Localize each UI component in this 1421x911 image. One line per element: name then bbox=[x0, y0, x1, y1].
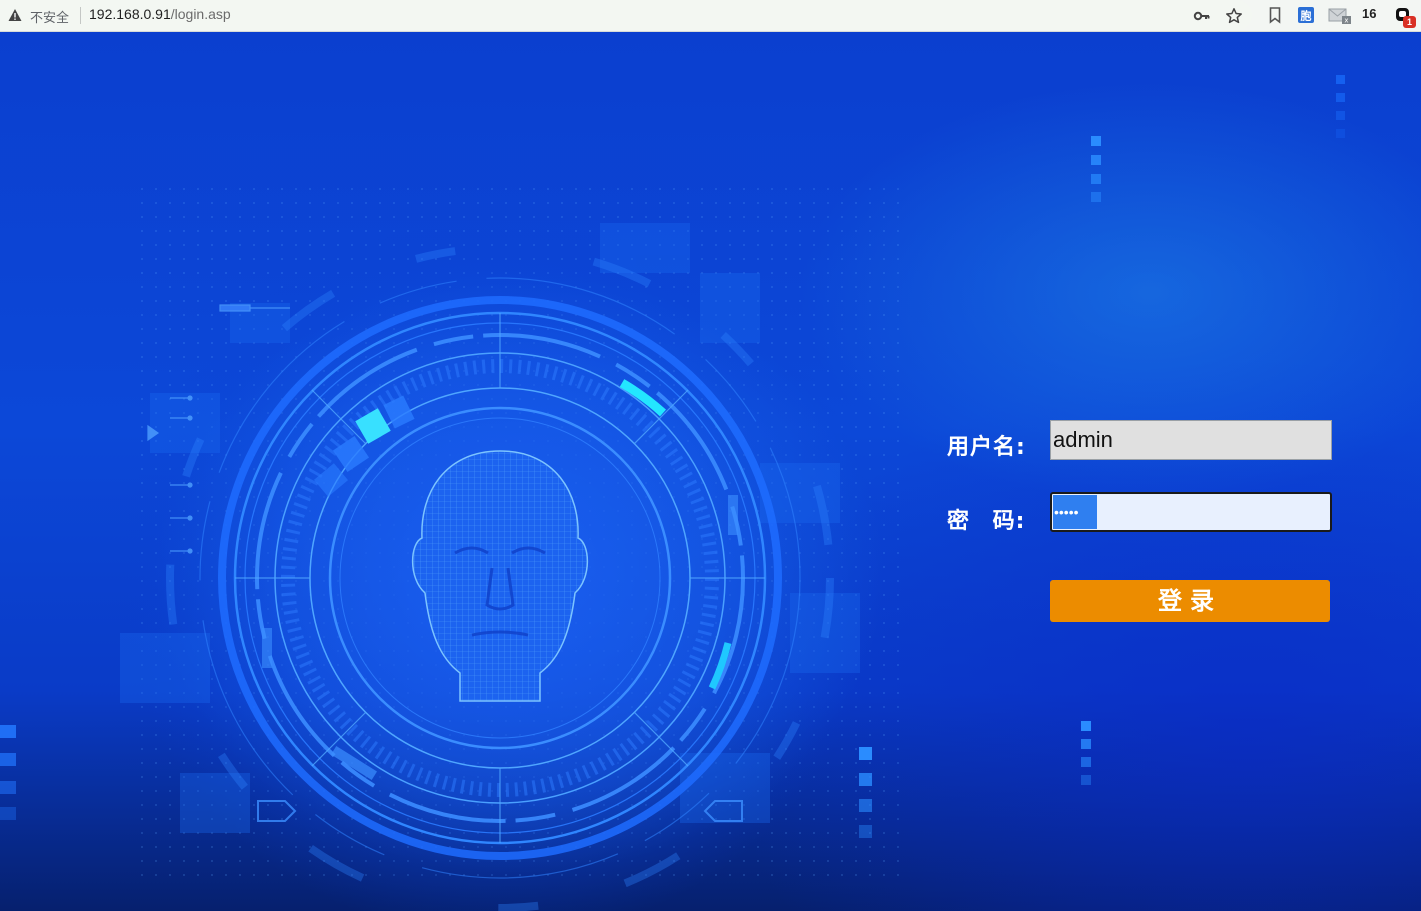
address-bar[interactable]: 不安全 192.168.0.91/login.asp bbox=[0, 0, 1252, 31]
extension-count[interactable]: 16 bbox=[1362, 6, 1376, 21]
login-page-background: 用户名: admin 密 码: ••••• 登录 bbox=[0, 33, 1421, 911]
url-text[interactable]: 192.168.0.91/login.asp bbox=[89, 6, 231, 22]
password-masked-value: ••••• bbox=[1053, 495, 1097, 529]
notification-badge: 1 bbox=[1403, 16, 1416, 28]
password-label: 密 码: bbox=[947, 509, 1026, 534]
star-icon[interactable] bbox=[1225, 7, 1243, 25]
svg-text:x: x bbox=[1344, 17, 1348, 25]
warning-icon[interactable] bbox=[8, 8, 22, 22]
password-input[interactable]: ••••• bbox=[1050, 492, 1332, 532]
svg-text:胞: 胞 bbox=[1301, 9, 1312, 23]
username-input[interactable]: admin bbox=[1050, 420, 1332, 460]
divider bbox=[80, 7, 81, 24]
login-button[interactable]: 登录 bbox=[1050, 580, 1330, 622]
mail-extension-icon[interactable]: x bbox=[1328, 6, 1352, 24]
bookmark-icon[interactable] bbox=[1266, 6, 1284, 24]
key-icon[interactable] bbox=[1193, 7, 1211, 25]
username-label: 用户名: bbox=[947, 435, 1026, 460]
url-host: 192.168.0.91 bbox=[89, 6, 171, 22]
translate-extension-icon[interactable]: 胞 bbox=[1297, 6, 1315, 24]
face-recognition-illustration bbox=[0, 75, 1345, 911]
url-path: /login.asp bbox=[170, 6, 231, 22]
browser-toolbar: 不安全 192.168.0.91/login.asp 胞 x 16 1 bbox=[0, 0, 1421, 32]
security-status[interactable]: 不安全 bbox=[30, 7, 69, 26]
